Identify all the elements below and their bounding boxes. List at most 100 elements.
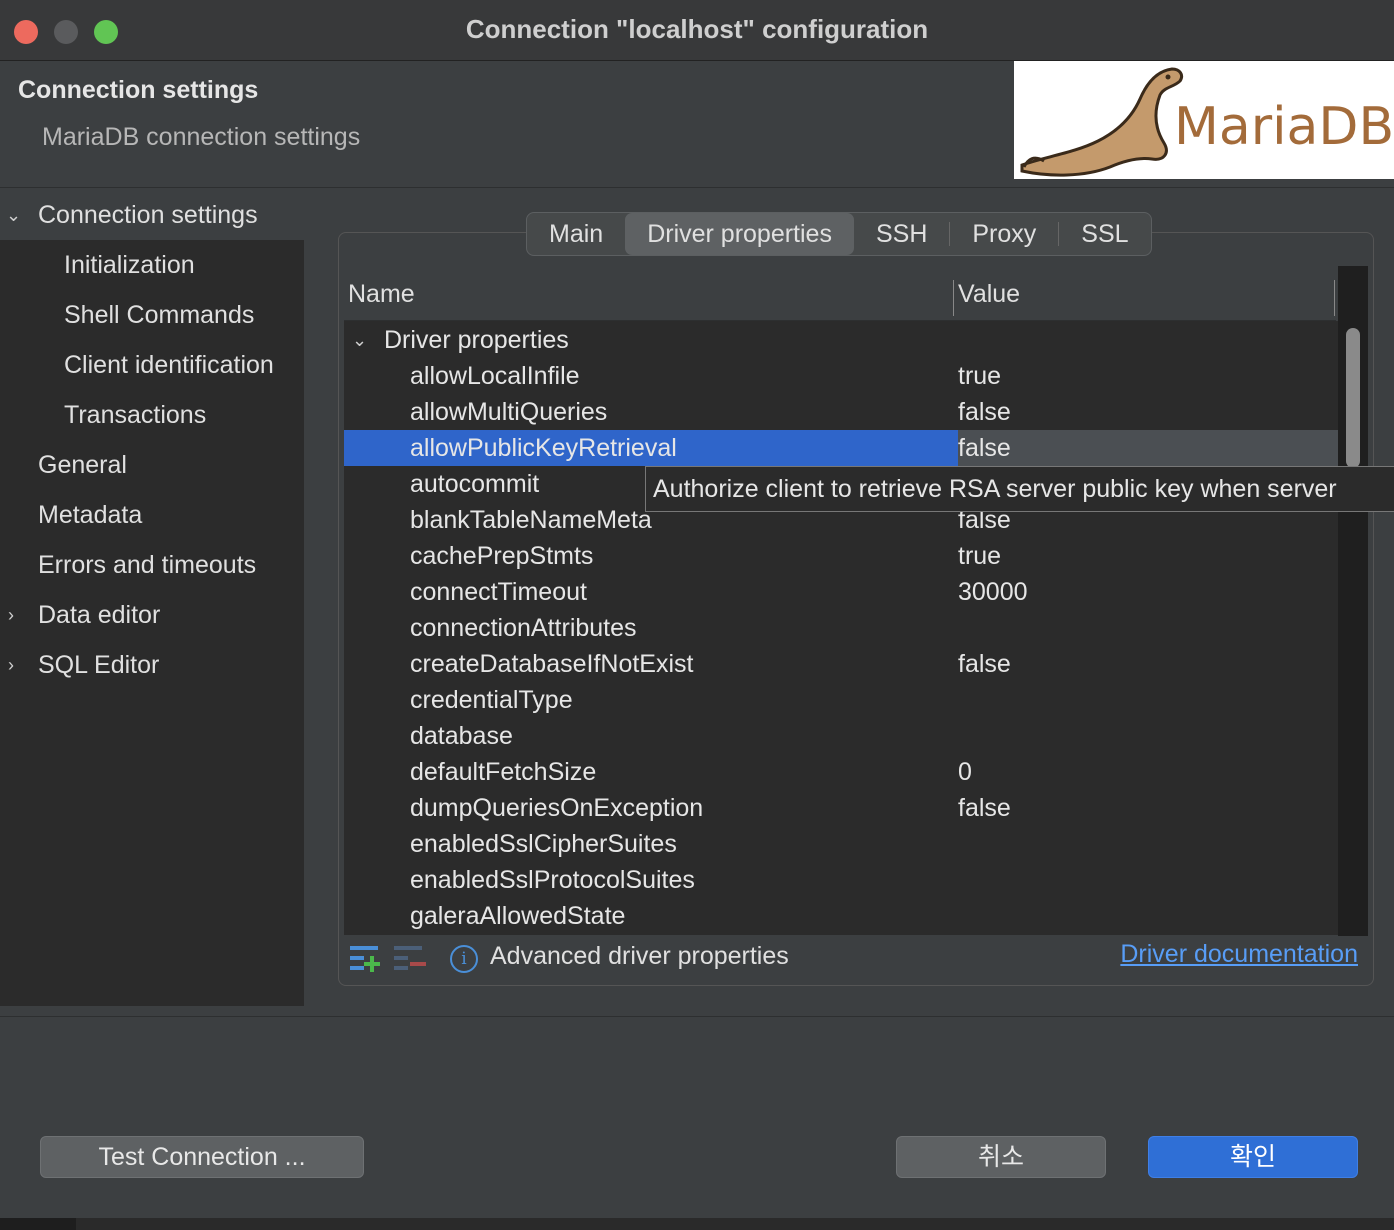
property-value[interactable]: false xyxy=(958,790,1338,826)
cancel-button[interactable]: 취소 xyxy=(896,1136,1106,1178)
property-value[interactable] xyxy=(958,610,1338,646)
tab-main[interactable]: Main xyxy=(527,213,625,255)
table-row[interactable]: enabledSslProtocolSuites xyxy=(344,862,1338,898)
table-row[interactable]: allowMultiQueries false xyxy=(344,394,1338,430)
table-row[interactable]: database xyxy=(344,718,1338,754)
property-value[interactable]: true xyxy=(958,358,1338,394)
property-name: enabledSslCipherSuites xyxy=(410,830,677,858)
driver-documentation-link[interactable]: Driver documentation xyxy=(1120,940,1358,969)
tab-proxy[interactable]: Proxy xyxy=(950,213,1058,255)
property-name: credentialType xyxy=(410,686,573,714)
property-value[interactable]: false xyxy=(958,646,1338,682)
chevron-right-icon[interactable]: › xyxy=(8,640,26,690)
sidebar-item-errors-timeouts[interactable]: Errors and timeouts xyxy=(0,540,304,590)
sidebar-item-shell-commands[interactable]: Shell Commands xyxy=(0,290,304,340)
table-row[interactable]: enabledSslCipherSuites xyxy=(344,826,1338,862)
sidebar-item-label: Initialization xyxy=(64,251,195,279)
property-name: connectTimeout xyxy=(410,578,587,606)
sidebar-item-label: Errors and timeouts xyxy=(38,551,257,579)
sidebar-item-label: Data editor xyxy=(38,601,161,629)
sidebar-item-data-editor[interactable]: › Data editor xyxy=(0,590,304,640)
logo-text: MariaDB xyxy=(1174,97,1394,157)
property-value[interactable]: true xyxy=(958,538,1338,574)
sidebar-item-initialization[interactable]: Initialization xyxy=(0,240,304,290)
table-row[interactable]: connectionAttributes xyxy=(344,610,1338,646)
sidebar-item-client-identification[interactable]: Client identification xyxy=(0,340,304,390)
sidebar-item-label: Shell Commands xyxy=(64,301,255,329)
tab-driver-properties[interactable]: Driver properties xyxy=(625,213,854,255)
table-row[interactable]: dumpQueriesOnException false xyxy=(344,790,1338,826)
sidebar-item-label: Transactions xyxy=(64,401,207,429)
chevron-down-icon[interactable]: ⌄ xyxy=(352,322,367,358)
page-header: Connection settings MariaDB connection s… xyxy=(0,61,1394,188)
column-divider[interactable] xyxy=(953,280,954,316)
property-name: cachePrepStmts xyxy=(410,542,594,570)
sidebar-item-label: SQL Editor xyxy=(38,651,160,679)
scrollbar-thumb[interactable] xyxy=(1346,328,1360,468)
table-scrollbar[interactable] xyxy=(1338,266,1368,936)
property-name: blankTableNameMeta xyxy=(410,506,652,534)
sidebar-item-label: Client identification xyxy=(64,351,274,379)
property-name: createDatabaseIfNotExist xyxy=(410,650,694,678)
property-value[interactable] xyxy=(958,898,1338,934)
property-value[interactable]: false xyxy=(958,394,1338,430)
table-row[interactable]: galeraAllowedState xyxy=(344,898,1338,934)
sidebar-item-transactions[interactable]: Transactions xyxy=(0,390,304,440)
property-name: autocommit xyxy=(410,470,540,498)
table-row[interactable]: defaultFetchSize 0 xyxy=(344,754,1338,790)
add-property-icon[interactable] xyxy=(350,944,382,974)
tab-ssl[interactable]: SSL xyxy=(1059,213,1150,255)
background-strip xyxy=(76,1218,1394,1230)
property-value[interactable] xyxy=(958,826,1338,862)
table-row[interactable]: createDatabaseIfNotExist false xyxy=(344,646,1338,682)
property-name: dumpQueriesOnException xyxy=(410,794,704,822)
property-value[interactable]: 30000 xyxy=(958,574,1338,610)
sidebar-item-connection-settings[interactable]: ⌄ Connection settings xyxy=(0,190,304,240)
chevron-down-icon[interactable]: ⌄ xyxy=(6,190,24,240)
title-bar: Connection "localhost" configuration xyxy=(0,0,1394,61)
column-header-value[interactable]: Value xyxy=(958,280,1020,309)
property-name: galeraAllowedState xyxy=(410,902,626,930)
sidebar-item-label: General xyxy=(38,451,127,479)
property-name: allowMultiQueries xyxy=(410,398,608,426)
table-row[interactable]: cachePrepStmts true xyxy=(344,538,1338,574)
remove-property-icon[interactable] xyxy=(394,944,426,974)
property-value[interactable] xyxy=(958,862,1338,898)
property-name: enabledSslProtocolSuites xyxy=(410,866,695,894)
property-value[interactable] xyxy=(958,682,1338,718)
column-header-name[interactable]: Name xyxy=(348,280,415,309)
sidebar-item-general[interactable]: General xyxy=(0,440,304,490)
chevron-right-icon[interactable]: › xyxy=(8,590,26,640)
group-row-driver-properties[interactable]: ⌄ Driver properties xyxy=(344,322,1338,358)
table-row[interactable]: allowLocalInfile true xyxy=(344,358,1338,394)
table-row[interactable]: connectTimeout 30000 xyxy=(344,574,1338,610)
window-title: Connection "localhost" configuration xyxy=(465,14,929,44)
property-value-editor[interactable]: false xyxy=(958,430,1338,466)
property-name: database xyxy=(410,722,513,750)
property-tooltip: Authorize client to retrieve RSA server … xyxy=(645,466,1394,512)
tab-bar: Main Driver properties SSH Proxy SSL xyxy=(526,212,1152,256)
property-value[interactable]: 0 xyxy=(958,754,1338,790)
sidebar-item-sql-editor[interactable]: › SQL Editor xyxy=(0,640,304,690)
config-window: Connection "localhost" configuration Con… xyxy=(0,0,1394,1218)
sidebar-item-metadata[interactable]: Metadata xyxy=(0,490,304,540)
tab-ssh[interactable]: SSH xyxy=(854,213,949,255)
property-name: connectionAttributes xyxy=(410,614,637,642)
mariadb-logo: MariaDB xyxy=(1014,61,1394,179)
table-header: Name Value xyxy=(344,270,1336,321)
page-subtitle: MariaDB connection settings xyxy=(42,123,361,151)
advanced-properties-label: Advanced driver properties xyxy=(490,942,789,970)
driver-properties-table: ⌄ Driver properties allowLocalInfile tru… xyxy=(344,321,1338,935)
test-connection-button[interactable]: Test Connection ... xyxy=(40,1136,364,1178)
property-name: defaultFetchSize xyxy=(410,758,597,786)
table-row-selected[interactable]: allowPublicKeyRetrieval false xyxy=(344,430,1338,466)
group-label: Driver properties xyxy=(384,326,569,354)
table-row[interactable]: credentialType xyxy=(344,682,1338,718)
info-icon: i xyxy=(450,945,478,973)
sidebar-item-label: Connection settings xyxy=(38,201,258,229)
column-divider[interactable] xyxy=(1334,280,1335,316)
page-title: Connection settings xyxy=(18,76,259,104)
ok-button[interactable]: 확인 xyxy=(1148,1136,1358,1178)
table-footer: i Advanced driver properties Driver docu… xyxy=(344,936,1368,982)
property-value[interactable] xyxy=(958,718,1338,754)
